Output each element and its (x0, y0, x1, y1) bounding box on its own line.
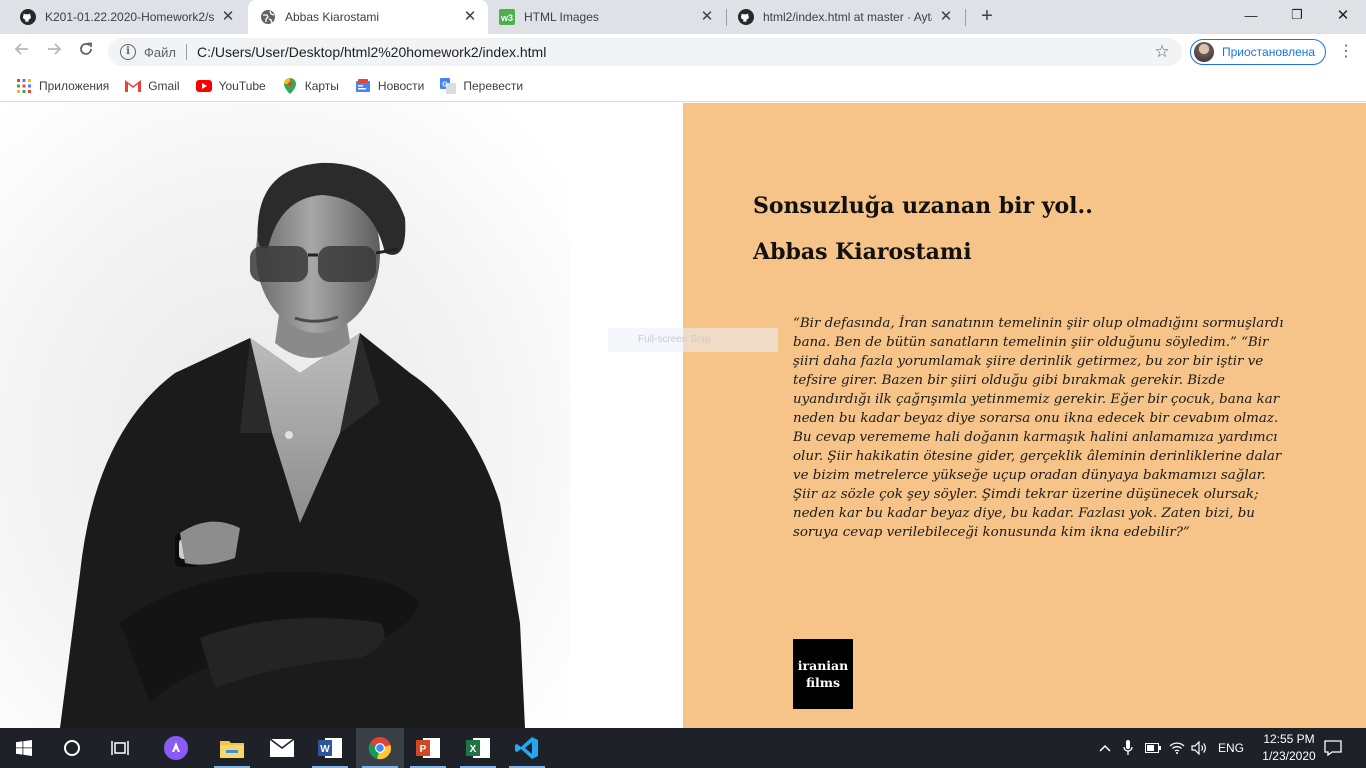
system-clock[interactable]: 12:55 PM 1/23/2020 (1254, 731, 1324, 765)
close-tab-icon[interactable]: ✕ (938, 9, 954, 25)
file-scheme-label: Файл (144, 44, 176, 60)
gmail-icon (125, 78, 142, 94)
bookmark-apps[interactable]: Приложения (16, 78, 109, 94)
close-window-button[interactable]: ✕ (1320, 0, 1366, 30)
logo-text-line2: films (805, 675, 841, 690)
bookmark-maps[interactable]: Карты (282, 77, 339, 94)
news-icon (355, 78, 371, 94)
bookmark-star-icon[interactable]: ☆ (1152, 42, 1172, 62)
text-panel: Sonsuzluğa uzanan bir yol.. Abbas Kiaros… (683, 103, 1366, 728)
tab-strip: K201-01.22.2020-Homework2/sir ✕ Abbas Ki… (0, 0, 1366, 34)
bookmark-label: Приложения (39, 78, 110, 93)
bookmark-label: Карты (304, 78, 339, 93)
w3schools-icon: w3 (499, 9, 515, 25)
maps-icon (282, 77, 298, 94)
tab-title: K201-01.22.2020-Homework2/sir (45, 10, 214, 24)
show-hidden-icons[interactable] (1096, 728, 1114, 768)
close-tab-icon[interactable]: ✕ (462, 9, 478, 25)
battery-icon[interactable] (1144, 728, 1162, 768)
back-button[interactable] (10, 40, 34, 64)
powerpoint-icon[interactable]: P (404, 728, 452, 768)
clock-date: 1/23/2020 (1262, 749, 1316, 763)
url-text[interactable]: C:/Users/User/Desktop/html2%20homework2/… (197, 44, 1152, 60)
tab-html-images[interactable]: w3 HTML Images ✕ (487, 0, 725, 34)
word-icon[interactable]: W (306, 728, 354, 768)
svg-text:G: G (443, 81, 449, 88)
github-icon (738, 9, 754, 25)
tab-title: Abbas Kiarostami (285, 10, 380, 24)
divider (185, 44, 187, 60)
language-indicator[interactable]: ENG (1214, 728, 1248, 768)
microphone-icon[interactable] (1120, 728, 1136, 768)
windows-start-icon[interactable] (0, 728, 48, 768)
forward-button[interactable] (42, 40, 66, 64)
bookmark-youtube[interactable]: YouTube (195, 78, 266, 94)
profile-label: Приостановлена (1222, 45, 1316, 59)
reload-icon (80, 42, 92, 55)
github-icon (20, 9, 36, 25)
browser-toolbar: i Файл C:/Users/User/Desktop/html2%20hom… (0, 34, 1366, 70)
tab-title: HTML Images (524, 10, 599, 24)
page-title: Sonsuzluğa uzanan bir yol.. (753, 193, 1093, 219)
windows-taskbar: W P X ENG 12:55 PM 1/23/2020 (0, 728, 1366, 768)
notifications-icon[interactable] (1320, 728, 1346, 768)
iranian-films-logo[interactable]: iranian films (793, 639, 853, 709)
maximize-button[interactable]: ❐ (1274, 0, 1320, 30)
reload-button[interactable] (74, 40, 98, 64)
tab-separator (965, 9, 966, 26)
bookmark-label: YouTube (218, 78, 266, 93)
snip-overlay: Full-screen Snip (608, 328, 778, 352)
apps-grid-icon (16, 78, 32, 94)
mail-icon[interactable] (258, 728, 306, 768)
cortana-search-icon[interactable] (48, 728, 96, 768)
portrait-photo (0, 103, 683, 728)
chrome-icon[interactable] (356, 728, 404, 768)
minimize-button[interactable]: — (1228, 0, 1274, 30)
bookmark-label: Новости (377, 78, 425, 93)
page-content: Sonsuzluğa uzanan bir yol.. Abbas Kiaros… (0, 103, 1366, 728)
wifi-icon[interactable] (1168, 728, 1186, 768)
tab-homework[interactable]: K201-01.22.2020-Homework2/sir ✕ (8, 0, 246, 34)
globe-icon (260, 9, 276, 25)
close-tab-icon[interactable]: ✕ (699, 9, 715, 25)
clock-time: 12:55 PM (1263, 732, 1315, 746)
bookmark-gmail[interactable]: Gmail (125, 78, 180, 94)
tab-abbas-kiarostami[interactable]: Abbas Kiarostami ✕ (248, 0, 488, 34)
new-tab-button[interactable]: + (976, 5, 998, 27)
arrow-left-icon (14, 43, 28, 55)
svg-text:P: P (420, 744, 427, 755)
svg-text:W: W (320, 744, 330, 755)
address-bar[interactable]: i Файл C:/Users/User/Desktop/html2%20hom… (108, 38, 1182, 66)
logo-text-line1: iranian (797, 658, 849, 673)
tab-title: html2/index.html at master · Ayta (763, 10, 932, 24)
arrow-right-icon (48, 43, 62, 55)
bookmark-translate[interactable]: G Перевести (440, 77, 524, 94)
bookmark-news[interactable]: Новости (355, 78, 424, 94)
svg-text:X: X (470, 744, 477, 755)
youtube-icon (195, 78, 212, 94)
excel-icon[interactable]: X (454, 728, 502, 768)
svg-text:w3: w3 (500, 13, 513, 23)
bookmarks-bar: Приложения Gmail YouTube Карты Новости G… (0, 70, 1366, 102)
tab-github-html2[interactable]: html2/index.html at master · Ayta ✕ (726, 0, 964, 34)
assistant-icon[interactable] (152, 728, 200, 768)
task-view-icon[interactable] (96, 728, 144, 768)
file-explorer-icon[interactable] (208, 728, 256, 768)
vscode-icon[interactable] (503, 728, 551, 768)
close-tab-icon[interactable]: ✕ (220, 9, 236, 25)
info-icon[interactable]: i (120, 44, 136, 60)
quote-paragraph: “Bir defasında, İran sanatının temelinin… (793, 316, 1284, 540)
menu-kebab-icon[interactable]: ⋮ (1336, 40, 1356, 64)
profile-button[interactable]: Приостановлена (1190, 39, 1326, 65)
bookmark-label: Перевести (463, 78, 524, 93)
bookmark-label: Gmail (148, 78, 180, 93)
page-subtitle: Abbas Kiarostami (753, 239, 972, 265)
translate-icon: G (440, 77, 457, 94)
avatar (1194, 42, 1214, 62)
volume-icon[interactable] (1190, 728, 1208, 768)
